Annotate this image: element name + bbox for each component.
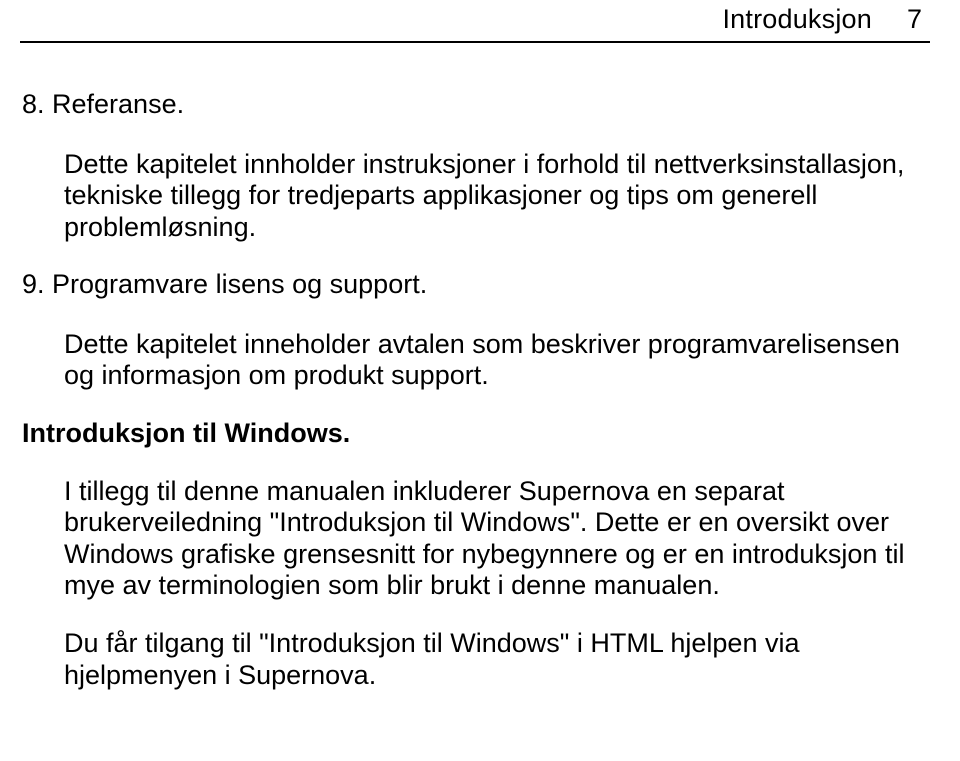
section-3-title: Introduksjon til Windows.	[22, 418, 930, 450]
document-page: Introduksjon 7 8. Referanse. Dette kapit…	[0, 0, 960, 761]
section-2-body: Dette kapitelet inneholder avtalen som b…	[64, 329, 930, 392]
section-1-text: Dette kapitelet innholder instruksjoner …	[64, 149, 930, 244]
section-1-title: 8. Referanse.	[22, 89, 930, 121]
section-3-body-2: Du får tilgang til "Introduksjon til Win…	[64, 628, 930, 691]
page-content: 8. Referanse. Dette kapitelet innholder …	[20, 43, 930, 691]
section-3-text-2: Du får tilgang til "Introduksjon til Win…	[64, 628, 930, 691]
header-page-number: 7	[907, 4, 922, 35]
section-3-text-1: I tillegg til denne manualen inkluderer …	[64, 476, 930, 602]
section-3-body-1: I tillegg til denne manualen inkluderer …	[64, 476, 930, 602]
section-1-body: Dette kapitelet innholder instruksjoner …	[64, 149, 930, 244]
section-2-title: 9. Programvare lisens og support.	[22, 269, 930, 301]
section-2-text: Dette kapitelet inneholder avtalen som b…	[64, 329, 930, 392]
header-title: Introduksjon	[722, 4, 872, 35]
page-header: Introduksjon 7	[20, 0, 930, 43]
